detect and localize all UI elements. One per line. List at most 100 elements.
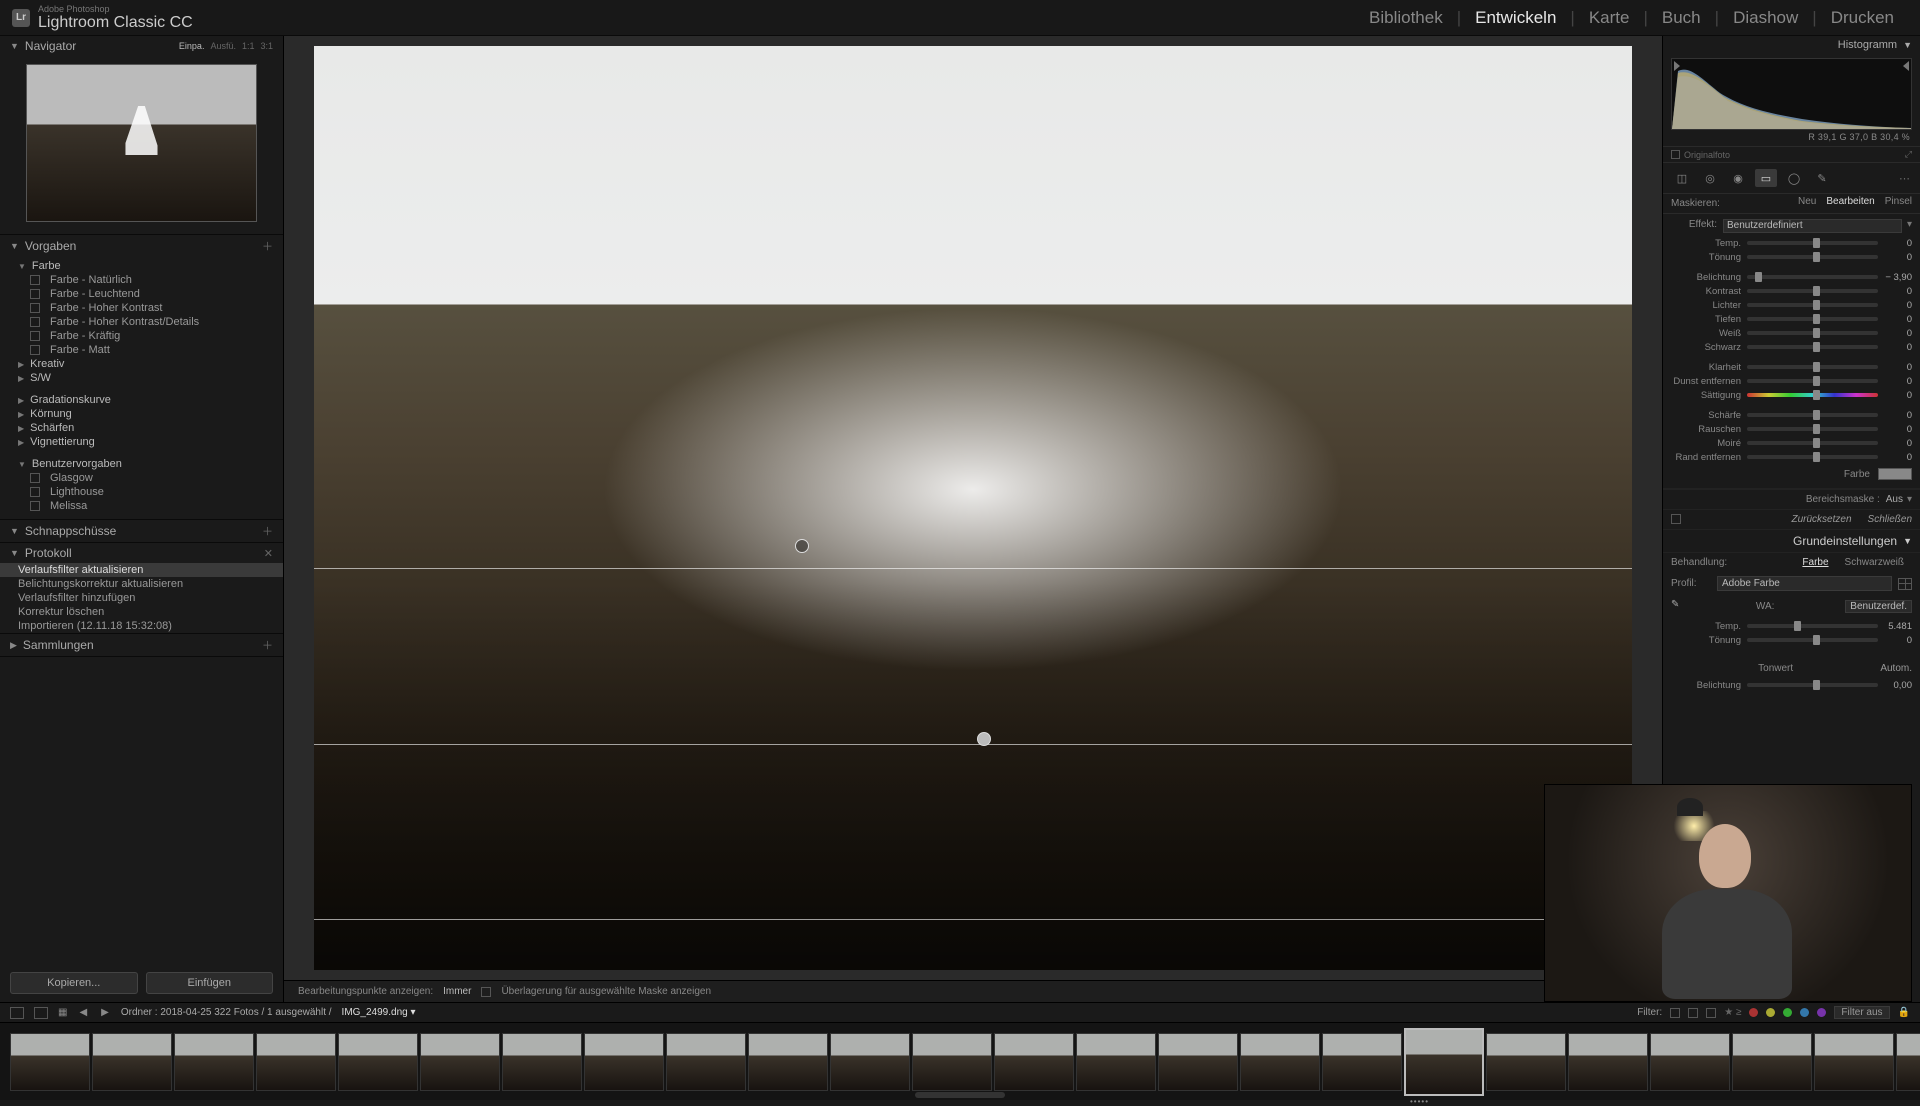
brush-tool[interactable]: ✎: [1811, 169, 1833, 187]
preset-group[interactable]: ▶Schärfen: [0, 421, 283, 435]
preset-item[interactable]: Farbe - Natürlich: [0, 273, 283, 287]
filmstrip-thumb[interactable]: [912, 1033, 992, 1091]
filmstrip-thumb[interactable]: [584, 1033, 664, 1091]
gradient-line[interactable]: [314, 568, 1632, 569]
range-mask-value[interactable]: Aus: [1886, 494, 1903, 505]
history-item[interactable]: Verlaufsfilter aktualisieren: [0, 563, 283, 577]
slider-track[interactable]: [1747, 455, 1878, 459]
preset-group[interactable]: ▶Vignettierung: [0, 435, 283, 449]
module-diashow[interactable]: Diashow: [1719, 8, 1812, 28]
filter-preset[interactable]: Filter aus: [1834, 1006, 1889, 1019]
slider-track[interactable]: [1747, 624, 1878, 628]
slider-track[interactable]: [1747, 441, 1878, 445]
filmstrip-thumb[interactable]: [830, 1033, 910, 1091]
basic-header[interactable]: Grundeinstellungen▼: [1663, 530, 1920, 553]
effect-select[interactable]: Benutzerdefiniert: [1723, 219, 1902, 233]
history-item[interactable]: Korrektur löschen: [0, 605, 283, 619]
preset-group[interactable]: ▼Benutzervorgaben: [0, 457, 283, 471]
nav-back-icon[interactable]: ◀: [77, 1007, 89, 1018]
filmstrip-thumb[interactable]: [1158, 1033, 1238, 1091]
slider-track[interactable]: [1747, 345, 1878, 349]
slider-track[interactable]: [1747, 317, 1878, 321]
filmstrip-thumb[interactable]: [256, 1033, 336, 1091]
filmstrip-thumb[interactable]: [92, 1033, 172, 1091]
slider-track[interactable]: [1747, 638, 1878, 642]
chevron-down-icon[interactable]: ▾: [1907, 494, 1912, 505]
color-filter-blue[interactable]: [1800, 1008, 1809, 1017]
history-item[interactable]: Belichtungskorrektur aktualisieren: [0, 577, 283, 591]
preset-group[interactable]: ▶Gradationskurve: [0, 393, 283, 407]
gradient-tool[interactable]: ▭: [1755, 169, 1777, 187]
history-header[interactable]: ▼ Protokoll ✕: [0, 543, 283, 563]
slider-track[interactable]: [1747, 255, 1878, 259]
filmstrip[interactable]: [0, 1022, 1920, 1100]
chevron-down-icon[interactable]: ▾: [1902, 219, 1912, 233]
toggle-checkbox[interactable]: [1671, 514, 1681, 524]
history-item[interactable]: Importieren (12.11.18 15:32:08): [0, 619, 283, 633]
plus-icon[interactable]: ＋: [262, 523, 273, 539]
preset-group[interactable]: ▶Kreativ: [0, 357, 283, 371]
flag-filter-icon[interactable]: [1670, 1008, 1680, 1018]
navigator-header[interactable]: ▼ Navigator Einpa.Ausfü.1:13:1: [0, 36, 283, 56]
tool-options-icon[interactable]: ⋯: [1899, 172, 1912, 185]
overlay-checkbox[interactable]: [481, 987, 491, 997]
slider-track[interactable]: [1747, 393, 1878, 397]
preset-item[interactable]: Farbe - Hoher Kontrast: [0, 301, 283, 315]
zoom-level[interactable]: 1:1: [242, 41, 255, 51]
filmstrip-thumb[interactable]: [10, 1033, 90, 1091]
grid-view-icon[interactable]: ▦: [58, 1007, 67, 1018]
preset-group[interactable]: ▶S/W: [0, 371, 283, 385]
preset-item[interactable]: Farbe - Kräftig: [0, 329, 283, 343]
slider-track[interactable]: [1747, 427, 1878, 431]
color-filter-yellow[interactable]: [1766, 1008, 1775, 1017]
current-filename[interactable]: IMG_2499.dng ▾: [342, 1007, 416, 1018]
copy-button[interactable]: Kopieren...: [10, 972, 138, 994]
color-filter-purple[interactable]: [1817, 1008, 1826, 1017]
close-icon[interactable]: ✕: [264, 547, 273, 560]
filmstrip-thumb[interactable]: [1486, 1033, 1566, 1091]
close-button[interactable]: Schließen: [1868, 514, 1912, 525]
module-drucken[interactable]: Drucken: [1817, 8, 1908, 28]
history-item[interactable]: Verlaufsfilter hinzufügen: [0, 591, 283, 605]
collections-header[interactable]: ▶ Sammlungen ＋: [0, 634, 283, 656]
filmstrip-thumb[interactable]: [502, 1033, 582, 1091]
crop-tool[interactable]: ◫: [1671, 169, 1693, 187]
color-swatch[interactable]: [1878, 468, 1912, 480]
filmstrip-thumb[interactable]: [174, 1033, 254, 1091]
filmstrip-thumb[interactable]: [1568, 1033, 1648, 1091]
color-filter-green[interactable]: [1783, 1008, 1792, 1017]
preset-item[interactable]: Lighthouse: [0, 485, 283, 499]
histogram[interactable]: [1671, 58, 1912, 130]
mask-tab-pinsel[interactable]: Pinsel: [1885, 194, 1912, 209]
filmstrip-thumb[interactable]: [1240, 1033, 1320, 1091]
zoom-level[interactable]: Ausfü.: [210, 41, 236, 51]
module-karte[interactable]: Karte: [1575, 8, 1644, 28]
expand-icon[interactable]: ⤢: [1905, 149, 1912, 160]
module-buch[interactable]: Buch: [1648, 8, 1715, 28]
filmstrip-thumb[interactable]: [1404, 1028, 1484, 1096]
original-checkbox[interactable]: [1671, 150, 1680, 159]
exposure-slider[interactable]: [1747, 683, 1878, 687]
flag-filter-icon[interactable]: [1688, 1008, 1698, 1018]
filmstrip-thumb[interactable]: [748, 1033, 828, 1091]
preset-item[interactable]: Farbe - Hoher Kontrast/Details: [0, 315, 283, 329]
filmstrip-thumb[interactable]: [994, 1033, 1074, 1091]
adjustment-pin[interactable]: [977, 732, 991, 746]
lock-icon[interactable]: 🔒: [1898, 1007, 1910, 1018]
edit-points-value[interactable]: Immer: [443, 986, 471, 997]
filmstrip-thumb[interactable]: [420, 1033, 500, 1091]
filmstrip-thumb[interactable]: [338, 1033, 418, 1091]
image-canvas[interactable]: [314, 46, 1632, 970]
filmstrip-thumb[interactable]: [1650, 1033, 1730, 1091]
slider-track[interactable]: [1747, 241, 1878, 245]
snapshots-header[interactable]: ▼ Schnappschüsse ＋: [0, 520, 283, 542]
navigator-thumbnail[interactable]: [26, 64, 257, 222]
auto-button[interactable]: Autom.: [1880, 663, 1912, 674]
preset-group[interactable]: ▶Körnung: [0, 407, 283, 421]
redeye-tool[interactable]: ◉: [1727, 169, 1749, 187]
preset-item[interactable]: Farbe - Leuchtend: [0, 287, 283, 301]
profile-browser-icon[interactable]: [1898, 578, 1912, 590]
treatment-color[interactable]: Farbe: [1794, 557, 1836, 568]
slider-track[interactable]: [1747, 303, 1878, 307]
slider-track[interactable]: [1747, 365, 1878, 369]
